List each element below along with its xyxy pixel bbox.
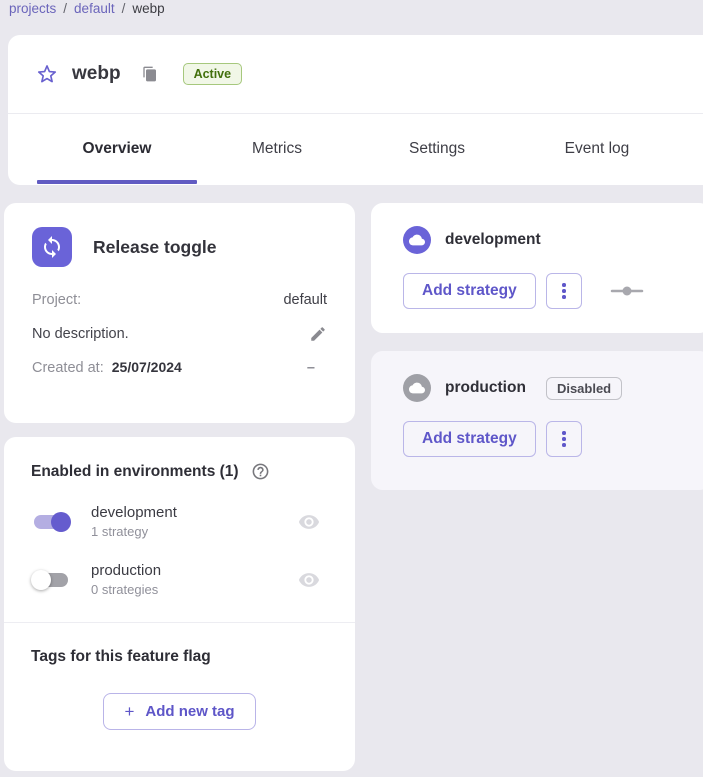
visibility-eye-icon[interactable] bbox=[298, 569, 320, 591]
description-text: No description. bbox=[32, 326, 129, 342]
environment-panel-name: production bbox=[445, 379, 526, 397]
visibility-eye-icon[interactable] bbox=[298, 511, 320, 533]
strategy-count: 1 strategy bbox=[91, 524, 177, 539]
more-options-kebab-button[interactable] bbox=[546, 421, 582, 457]
release-toggle-icon bbox=[32, 227, 72, 267]
breadcrumb-separator: / bbox=[122, 1, 126, 16]
environments-title: Enabled in environments (1) bbox=[31, 463, 239, 481]
add-new-tag-button[interactable]: + Add new tag bbox=[103, 693, 256, 730]
disabled-badge: Disabled bbox=[546, 377, 622, 400]
breadcrumb-projects[interactable]: projects bbox=[9, 1, 56, 16]
environments-card: Enabled in environments (1) development … bbox=[4, 437, 355, 771]
drag-handle-icon bbox=[610, 286, 644, 296]
status-badge: Active bbox=[183, 63, 243, 85]
created-value: 25/07/2024 bbox=[112, 359, 182, 375]
breadcrumb-separator: / bbox=[63, 1, 67, 16]
production-environment-panel: production Disabled Add strategy bbox=[371, 351, 703, 490]
breadcrumb-current: webp bbox=[132, 1, 164, 16]
edit-description-icon[interactable] bbox=[309, 325, 327, 343]
feature-header-card: webp Active Overview Metrics Settings Ev… bbox=[8, 35, 703, 185]
tab-settings[interactable]: Settings bbox=[357, 140, 517, 158]
page-title: webp bbox=[72, 63, 121, 85]
production-toggle[interactable] bbox=[31, 568, 71, 592]
breadcrumb-default[interactable]: default bbox=[74, 1, 115, 16]
more-options-kebab-button[interactable] bbox=[546, 273, 582, 309]
tags-section: Tags for this feature flag + Add new tag bbox=[4, 623, 355, 755]
add-new-tag-label: Add new tag bbox=[145, 703, 234, 720]
environment-row-development: development 1 strategy bbox=[31, 504, 328, 539]
tab-overview[interactable]: Overview bbox=[37, 140, 197, 158]
active-tab-indicator bbox=[37, 180, 197, 184]
project-label: Project: bbox=[32, 292, 81, 308]
environment-name: production bbox=[91, 562, 161, 579]
created-label: Created at: bbox=[32, 360, 104, 376]
project-value: default bbox=[283, 292, 327, 308]
feature-details-card: Release toggle Project: default No descr… bbox=[4, 203, 355, 423]
add-strategy-button[interactable]: Add strategy bbox=[403, 273, 536, 309]
tab-event-log[interactable]: Event log bbox=[517, 140, 677, 158]
empty-value-dash: – bbox=[307, 360, 327, 376]
tab-bar: Overview Metrics Settings Event log bbox=[8, 114, 703, 184]
favorite-star-icon[interactable] bbox=[36, 63, 58, 85]
development-toggle[interactable] bbox=[31, 510, 71, 534]
project-row: Project: default bbox=[32, 292, 327, 308]
environment-cloud-icon bbox=[403, 374, 431, 402]
feature-type-row: Release toggle bbox=[32, 227, 327, 267]
environment-panel-name: development bbox=[445, 231, 541, 249]
strategy-count: 0 strategies bbox=[91, 582, 161, 597]
copy-name-icon[interactable] bbox=[142, 66, 158, 82]
development-environment-panel: development Add strategy bbox=[371, 203, 703, 333]
plus-icon: + bbox=[124, 702, 134, 722]
help-icon[interactable] bbox=[251, 462, 270, 481]
feature-type-label: Release toggle bbox=[93, 237, 217, 258]
description-row: No description. bbox=[32, 325, 327, 343]
page: projects / default / webp webp Active Ov… bbox=[0, 0, 703, 777]
environment-cloud-icon bbox=[403, 226, 431, 254]
breadcrumb: projects / default / webp bbox=[9, 1, 165, 16]
environment-name: development bbox=[91, 504, 177, 521]
add-strategy-button[interactable]: Add strategy bbox=[403, 421, 536, 457]
feature-title-row: webp Active bbox=[8, 35, 703, 114]
environment-row-production: production 0 strategies bbox=[31, 562, 328, 597]
tags-title: Tags for this feature flag bbox=[31, 648, 328, 666]
created-row: Created at: 25/07/2024 – bbox=[32, 359, 327, 376]
tab-metrics[interactable]: Metrics bbox=[197, 140, 357, 158]
